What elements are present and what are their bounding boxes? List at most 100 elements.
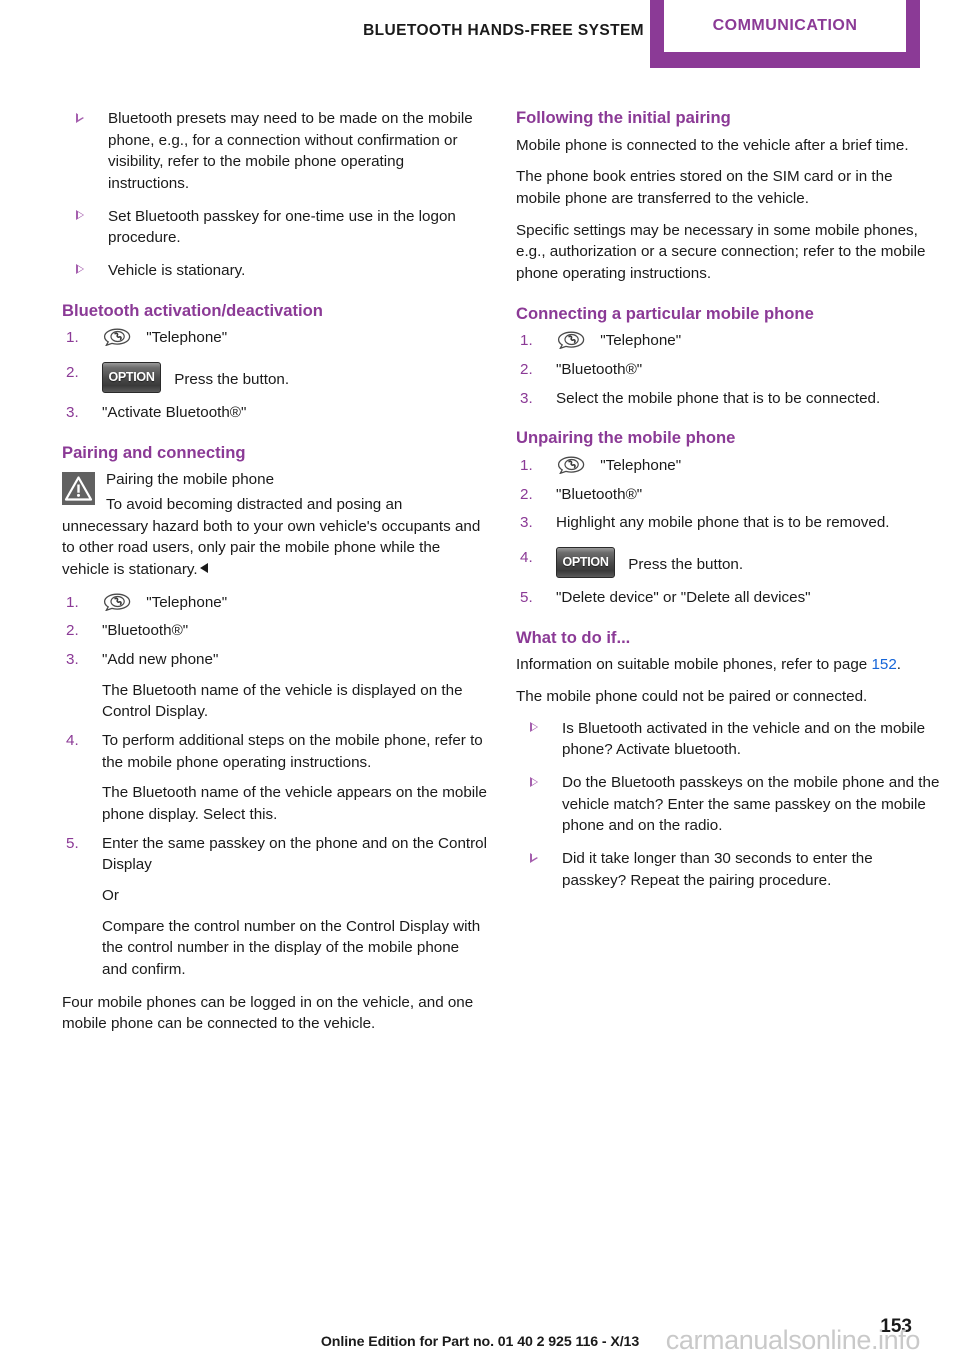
paragraph: The phone book entries stored on the SIM… xyxy=(516,168,893,208)
list-item-text: Set Bluetooth passkey for one-time use i… xyxy=(108,207,456,247)
step-item-text: "Bluetooth®" xyxy=(102,622,189,640)
page-number: 153 xyxy=(880,1316,912,1337)
heading-unpairing-mobile-phone: Unpairing the mobile phone xyxy=(516,428,736,448)
step-item-text: Highlight any mobile phone that is to be… xyxy=(556,514,890,532)
pairing-step-list: "Telephone" "Bluetooth®" "Add new phone"… xyxy=(62,592,487,981)
step-item-text: "Telephone" xyxy=(600,332,682,350)
warning-body-text: To avoid becoming distracted and posing … xyxy=(62,496,481,578)
warning-triangle-icon xyxy=(62,472,95,506)
step-item-text: "Telephone" xyxy=(146,329,228,347)
footer-edition-text: Online Edition for Part no. 01 40 2 925 … xyxy=(320,1334,640,1350)
heading-connecting-particular-phone: Connecting a particular mobile phone xyxy=(516,303,814,323)
option-button-icon[interactable]: OPTION xyxy=(102,361,161,393)
step-item: "Bluetooth®" xyxy=(516,359,941,381)
running-title: Bluetooth hands-free system xyxy=(363,22,644,39)
telephone-icon xyxy=(556,456,586,475)
step-item: "Telephone" xyxy=(516,455,941,477)
heading-following-initial-pairing: Following the initial pairing xyxy=(516,108,731,127)
page-footer: Online Edition for Part no. 01 40 2 925 … xyxy=(0,1296,960,1362)
triangle-bullet-icon xyxy=(530,852,538,863)
step-item-text: "Telephone" xyxy=(600,457,682,475)
connecting-step-list: "Telephone" "Bluetooth®" Select the mobi… xyxy=(516,330,941,409)
step-item: Select the mobile phone that is to be co… xyxy=(516,388,941,410)
page-reference-link[interactable]: 152 xyxy=(871,656,896,673)
step-item: "Delete device" or "Delete all devices" xyxy=(516,587,941,609)
list-item-text: Do the Bluetooth passkeys on the mobile … xyxy=(562,774,940,835)
step-note-text: Compare the control number on the Contro… xyxy=(102,917,481,978)
triangle-bullet-icon xyxy=(530,722,538,733)
step-item-text: Select the mobile phone that is to be co… xyxy=(556,389,881,407)
step-item: "Bluetooth®" xyxy=(62,620,487,642)
step-item: Highlight any mobile phone that is to be… xyxy=(516,512,941,534)
problem-statement: The mobile phone could not be paired or … xyxy=(516,688,868,706)
triangle-bullet-icon xyxy=(76,112,84,123)
step-note: Compare the control number on the Contro… xyxy=(62,916,487,981)
step-item-text: Press the button. xyxy=(628,556,744,574)
step-item: To perform additional steps on the mobil… xyxy=(62,730,487,773)
step-item-text: Enter the same passkey on the phone and … xyxy=(102,834,488,874)
right-column: Following the initial pairing Mobile pho… xyxy=(516,108,941,1035)
step-note-text: The Bluetooth name of the vehicle is dis… xyxy=(102,681,463,721)
step-item-text: "Add new phone" xyxy=(102,650,219,668)
info-paragraph: Information on suitable mobile phones, r… xyxy=(516,654,941,676)
telephone-icon xyxy=(102,328,132,347)
list-item-text: Vehicle is stationary. xyxy=(108,261,246,279)
step-item-text: "Bluetooth®" xyxy=(556,485,643,503)
step-note-text: The Bluetooth name of the vehicle appear… xyxy=(102,784,487,823)
info-suffix: . xyxy=(896,656,902,674)
info-prefix: Information on suitable mobile phones, r… xyxy=(516,656,872,674)
intro-bullet-list: Bluetooth presets may need to be made on… xyxy=(62,108,487,282)
unpairing-step-list: "Telephone" "Bluetooth®" Highlight any m… xyxy=(516,455,941,609)
option-button-icon[interactable]: OPTION xyxy=(556,547,615,579)
list-item: Did it take longer than 30 seconds to en… xyxy=(516,848,941,891)
chapter-tab-inner: Communication xyxy=(664,0,906,52)
step-item-text: "Bluetooth®" xyxy=(556,361,643,379)
chapter-tab: Communication xyxy=(650,0,920,68)
list-item: Set Bluetooth passkey for one-time use i… xyxy=(62,206,487,249)
list-item-text: Did it take longer than 30 seconds to en… xyxy=(562,850,873,889)
triangle-bullet-icon xyxy=(76,264,84,275)
list-item: Is Bluetooth activated in the vehicle an… xyxy=(516,718,941,761)
paragraph: Specific settings may be necessary in so… xyxy=(516,221,926,283)
heading-what-to-do-if: What to do if... xyxy=(516,627,631,647)
page-content: Bluetooth presets may need to be made on… xyxy=(0,108,960,1035)
paragraph: Mobile phone is connected to the vehicle… xyxy=(516,136,909,154)
warning-body: To avoid becoming distracted and posing … xyxy=(62,494,487,581)
step-item-text: Press the button. xyxy=(174,370,290,388)
warning-title: Pairing the mobile phone xyxy=(106,471,275,489)
step-item: OPTION Press the button. xyxy=(516,547,941,579)
list-item-text: Bluetooth presets may need to be made on… xyxy=(108,110,473,192)
step-item: "Telephone" xyxy=(62,592,487,614)
telephone-icon xyxy=(556,331,586,350)
triangle-bullet-icon xyxy=(530,776,538,787)
step-note-or: Or xyxy=(62,885,487,907)
step-item-text: "Delete device" or "Delete all devices" xyxy=(556,589,811,607)
step-item: OPTION Press the button. xyxy=(62,361,487,393)
list-item: Do the Bluetooth passkeys on the mobile … xyxy=(516,772,941,837)
step-item: Enter the same passkey on the phone and … xyxy=(62,833,487,876)
left-column: Bluetooth presets may need to be made on… xyxy=(62,108,487,1035)
list-item: Vehicle is stationary. xyxy=(62,260,487,282)
list-item: Bluetooth presets may need to be made on… xyxy=(62,108,487,195)
step-item: "Activate Bluetooth®" xyxy=(62,402,487,424)
telephone-icon xyxy=(102,593,132,612)
step-item: "Bluetooth®" xyxy=(516,484,941,506)
step-note: The Bluetooth name of the vehicle appear… xyxy=(62,782,487,825)
troubleshooting-bullet-list: Is Bluetooth activated in the vehicle an… xyxy=(516,718,941,892)
pairing-closing-paragraph: Four mobile phones can be logged in on t… xyxy=(62,993,474,1033)
chapter-tab-label: Communication xyxy=(712,17,858,34)
list-item-text: Is Bluetooth activated in the vehicle an… xyxy=(562,719,926,759)
step-item: "Telephone" xyxy=(62,327,487,349)
warning-block: Pairing the mobile phone To avoid becomi… xyxy=(62,469,487,580)
step-item-text: "Telephone" xyxy=(146,593,228,611)
step-note: The Bluetooth name of the vehicle is dis… xyxy=(62,680,487,723)
activation-step-list: "Telephone" OPTION Press the button. "Ac… xyxy=(62,327,487,423)
step-item-text: "Activate Bluetooth®" xyxy=(102,403,247,421)
step-item: "Add new phone" xyxy=(62,649,487,671)
heading-pairing-and-connecting: Pairing and connecting xyxy=(62,442,246,462)
triangle-bullet-icon xyxy=(76,210,84,221)
step-note-text: Or xyxy=(102,886,119,904)
step-item: "Telephone" xyxy=(516,330,941,352)
page-header: Bluetooth hands-free system Communicatio… xyxy=(0,0,960,70)
warning-end-marker-icon xyxy=(199,563,208,573)
